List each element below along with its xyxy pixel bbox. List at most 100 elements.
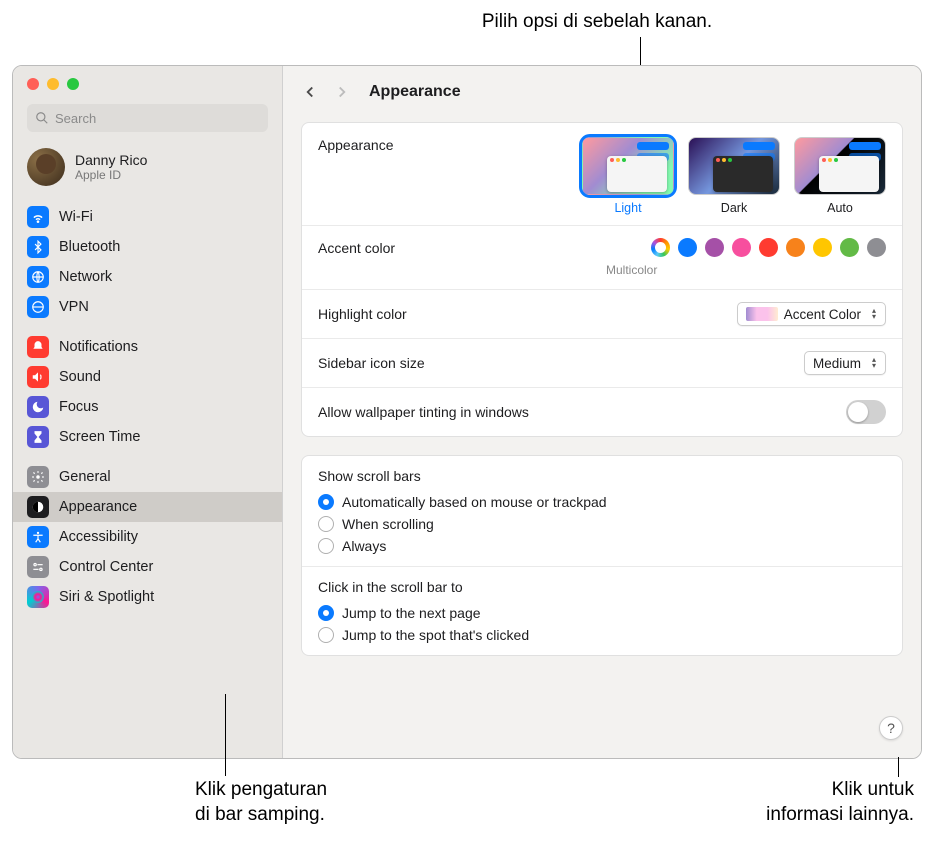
radio-label: Jump to the next page — [342, 605, 481, 621]
window-controls — [13, 78, 282, 90]
search-input[interactable]: Search — [27, 104, 268, 132]
accent-selected-label: Multicolor — [606, 263, 886, 277]
appearance-option-label: Auto — [827, 201, 853, 215]
sidebar-item-bluetooth[interactable]: Bluetooth — [13, 232, 282, 262]
highlight-popup[interactable]: Accent Color ▴▾ — [737, 302, 886, 326]
sidebar-icon-label: Sidebar icon size — [318, 355, 804, 371]
account-row[interactable]: Danny Rico Apple ID — [13, 142, 282, 198]
accent-color-f74f9e[interactable] — [732, 238, 751, 257]
accent-color-ff3b30[interactable] — [759, 238, 778, 257]
appearance-option-dark[interactable]: Dark — [688, 137, 780, 215]
click-scroll-row: Click in the scroll bar to Jump to the n… — [302, 567, 902, 655]
radio-button[interactable] — [318, 605, 334, 621]
annotation-line-bl — [225, 694, 226, 776]
appearance-thumb — [582, 137, 674, 195]
siri-icon — [27, 586, 49, 608]
accent-color-0a7aff[interactable] — [678, 238, 697, 257]
appearance-icon — [27, 496, 49, 518]
radio-button[interactable] — [318, 538, 334, 554]
minimize-button[interactable] — [47, 78, 59, 90]
click-scroll-option[interactable]: Jump to the next page — [318, 605, 886, 621]
click-scroll-group: Jump to the next page Jump to the spot th… — [318, 601, 886, 643]
help-button[interactable]: ? — [879, 716, 903, 740]
accent-color-ffc600[interactable] — [813, 238, 832, 257]
account-sub: Apple ID — [75, 168, 147, 182]
annotation-top: Pilih opsi di sebelah kanan. — [280, 10, 914, 35]
highlight-row: Highlight color Accent Color ▴▾ — [302, 290, 902, 339]
scrollbars-option[interactable]: Automatically based on mouse or trackpad — [318, 494, 886, 510]
radio-button[interactable] — [318, 494, 334, 510]
sidebar-item-label: Wi-Fi — [59, 209, 93, 225]
annotation-line-br — [898, 757, 899, 777]
scrollbars-option[interactable]: Always — [318, 538, 886, 554]
sidebar-item-focus[interactable]: Focus — [13, 392, 282, 422]
highlight-swatch — [746, 307, 778, 321]
appearance-row: Appearance LightDarkAuto — [302, 123, 902, 226]
accent-color-62ba46[interactable] — [840, 238, 859, 257]
radio-button[interactable] — [318, 627, 334, 643]
scrollbars-option[interactable]: When scrolling — [318, 516, 886, 532]
main-header: Appearance — [283, 66, 921, 118]
appearance-options: Light Dark Auto — [582, 137, 886, 215]
accent-color-f7821b[interactable] — [786, 238, 805, 257]
sidebar-icon-row: Sidebar icon size Medium ▴▾ — [302, 339, 902, 388]
appearance-option-label: Light — [614, 201, 641, 215]
sidebar-item-vpn[interactable]: VPN — [13, 292, 282, 322]
sidebar-item-control-center[interactable]: Control Center — [13, 552, 282, 582]
sidebar: Search Danny Rico Apple ID Wi-Fi Bluetoot… — [13, 66, 283, 758]
sidebar-item-label: Accessibility — [59, 529, 138, 545]
zoom-button[interactable] — [67, 78, 79, 90]
sidebar-item-label: Control Center — [59, 559, 153, 575]
back-button[interactable] — [301, 83, 319, 101]
main-pane: Appearance Appearance LightDarkAuto Acce… — [283, 66, 921, 758]
accent-color-a550a7[interactable] — [705, 238, 724, 257]
appearance-option-light[interactable]: Light — [582, 137, 674, 215]
sidebar-item-label: Bluetooth — [59, 239, 120, 255]
close-button[interactable] — [27, 78, 39, 90]
sidebar-item-sound[interactable]: Sound — [13, 362, 282, 392]
highlight-label: Highlight color — [318, 306, 737, 322]
search-placeholder: Search — [55, 111, 96, 126]
sidebar-item-general[interactable]: General — [13, 462, 282, 492]
gear-icon — [27, 466, 49, 488]
radio-label: When scrolling — [342, 516, 434, 532]
annotation-bottom-right: Klik untuk informasi lainnya. — [766, 778, 914, 827]
appearance-option-auto[interactable]: Auto — [794, 137, 886, 215]
sidebar-item-wi-fi[interactable]: Wi-Fi — [13, 202, 282, 232]
hourglass-icon — [27, 426, 49, 448]
sidebar-icon-value: Medium — [813, 356, 861, 371]
radio-button[interactable] — [318, 516, 334, 532]
radio-label: Automatically based on mouse or trackpad — [342, 494, 607, 510]
sidebar-item-screen-time[interactable]: Screen Time — [13, 422, 282, 452]
network-icon — [27, 266, 49, 288]
accent-color-8e8e93[interactable] — [867, 238, 886, 257]
sidebar-icon-popup[interactable]: Medium ▴▾ — [804, 351, 886, 375]
sidebar-list: Wi-Fi Bluetooth Network VPN Notifications Sou… — [13, 198, 282, 758]
sidebar-item-label: Network — [59, 269, 112, 285]
accent-row: Accent color Multicolor — [302, 226, 902, 290]
sidebar-item-label: Focus — [59, 399, 99, 415]
radio-label: Jump to the spot that's clicked — [342, 627, 529, 643]
sidebar-item-label: Siri & Spotlight — [59, 589, 154, 605]
search-icon — [35, 111, 49, 125]
sidebar-item-siri-spotlight[interactable]: Siri & Spotlight — [13, 582, 282, 612]
wallpaper-tint-label: Allow wallpaper tinting in windows — [318, 404, 846, 420]
sidebar-item-appearance[interactable]: Appearance — [13, 492, 282, 522]
vpn-icon — [27, 296, 49, 318]
settings-window: Search Danny Rico Apple ID Wi-Fi Bluetoot… — [12, 65, 922, 759]
click-scroll-option[interactable]: Jump to the spot that's clicked — [318, 627, 886, 643]
radio-label: Always — [342, 538, 386, 554]
wallpaper-tint-row: Allow wallpaper tinting in windows — [302, 388, 902, 436]
accent-color-multicolor[interactable] — [651, 238, 670, 257]
sidebar-item-network[interactable]: Network — [13, 262, 282, 292]
sidebar-item-accessibility[interactable]: Accessibility — [13, 522, 282, 552]
sidebar-item-notifications[interactable]: Notifications — [13, 332, 282, 362]
scrollbars-title: Show scroll bars — [318, 468, 421, 484]
wallpaper-tint-toggle[interactable] — [846, 400, 886, 424]
avatar — [27, 148, 65, 186]
control-center-icon — [27, 556, 49, 578]
appearance-thumb — [794, 137, 886, 195]
sidebar-item-label: Notifications — [59, 339, 138, 355]
page-title: Appearance — [369, 83, 461, 101]
forward-button[interactable] — [333, 83, 351, 101]
